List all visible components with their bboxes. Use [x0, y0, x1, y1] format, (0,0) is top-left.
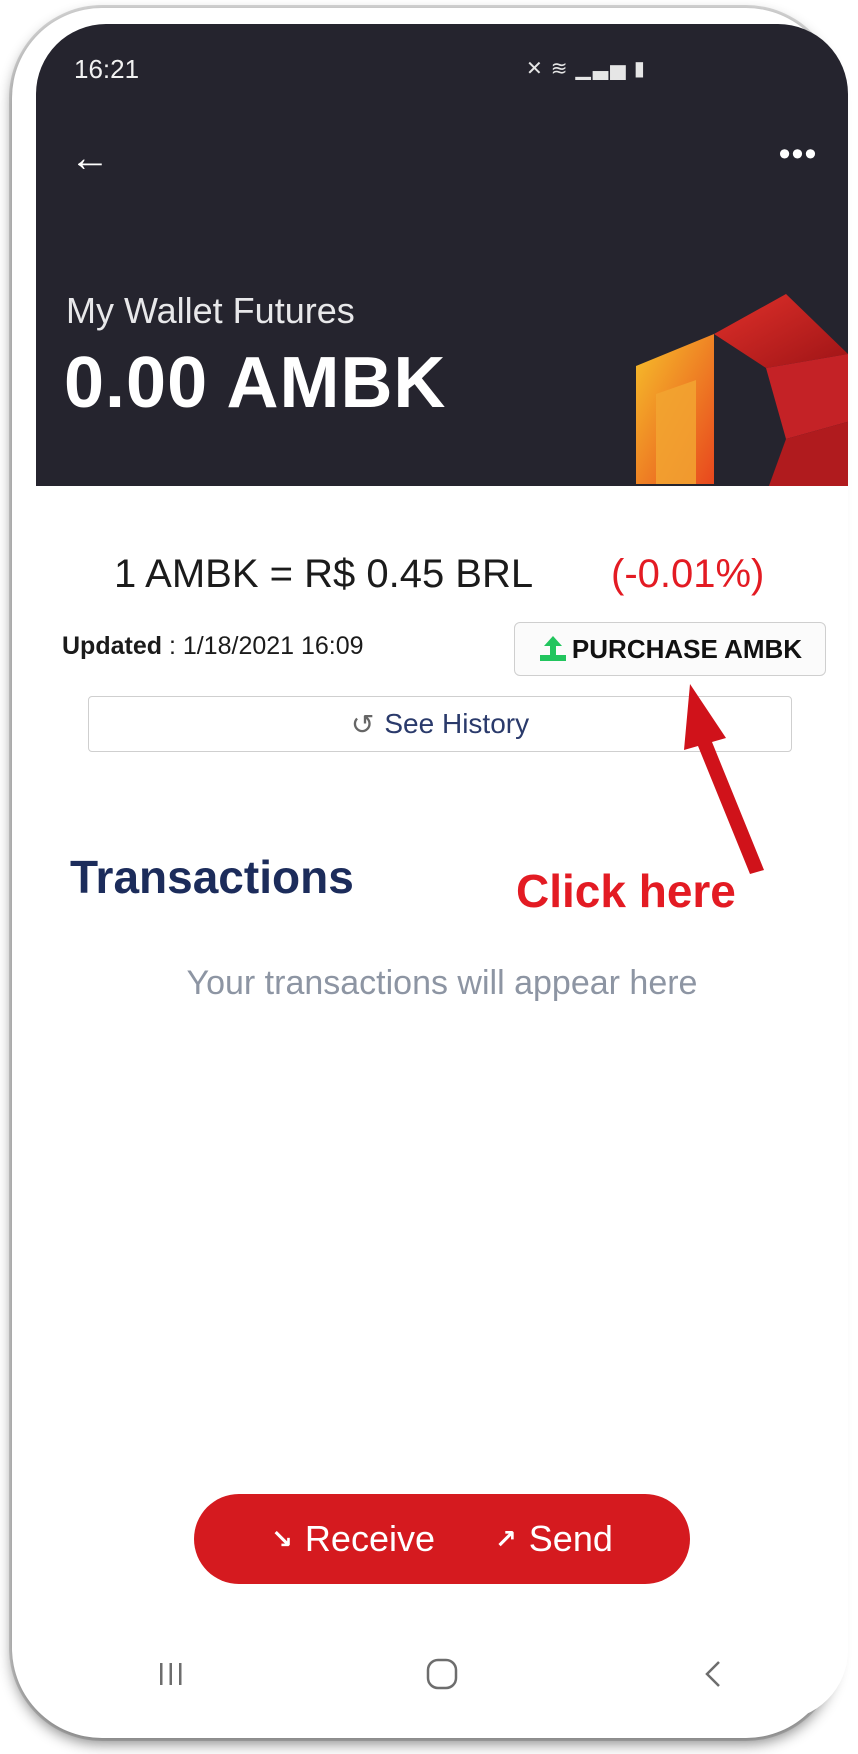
- see-history-label: See History: [384, 708, 530, 739]
- wallet-header: 16:21 ✕ ≋ ▁▃▅ ▮ ← ••• My Wallet Futures …: [36, 24, 848, 486]
- wallet-title: My Wallet Futures: [66, 290, 355, 331]
- more-options-icon[interactable]: •••: [774, 137, 822, 172]
- recent-apps-icon[interactable]: [141, 1654, 201, 1694]
- send-arrow-icon: ↗: [494, 1523, 517, 1554]
- back-arrow-icon[interactable]: ←: [66, 134, 114, 182]
- transactions-title: Transactions: [70, 851, 354, 903]
- purchase-ambk-button[interactable]: PURCHASE AMBK: [514, 622, 826, 676]
- click-here-annotation: Click here: [516, 865, 736, 917]
- purchase-ambk-label: PURCHASE AMBK: [571, 633, 803, 664]
- transactions-empty-text: Your transactions will appear here: [186, 964, 698, 1002]
- receive-arrow-icon: ↘: [271, 1523, 293, 1554]
- android-nav-bar: [36, 1644, 848, 1704]
- send-button[interactable]: ↗ Send: [495, 1518, 613, 1560]
- updated-info: Updated : 1/18/2021 16:09: [62, 632, 364, 661]
- phone-screen: 16:21 ✕ ≋ ▁▃▅ ▮ ← ••• My Wallet Futures …: [36, 24, 848, 1720]
- updated-value: : 1/18/2021 16:09: [162, 632, 364, 660]
- upload-icon: [539, 636, 566, 661]
- updated-label: Updated: [62, 632, 162, 660]
- battery-icon: ▮: [633, 58, 647, 80]
- receive-label: Receive: [304, 1518, 435, 1559]
- send-label: Send: [528, 1518, 613, 1559]
- rate-change: (-0.01%): [611, 552, 765, 596]
- signal-icon: ▁▃▅: [575, 58, 628, 80]
- status-icons: ✕ ≋ ▁▃▅ ▮: [526, 56, 647, 81]
- history-icon: ↺: [350, 708, 375, 740]
- annotation-arrow: [684, 684, 764, 874]
- ambk-logo: [636, 294, 848, 486]
- receive-button[interactable]: ↘ Receive: [271, 1518, 435, 1560]
- back-icon[interactable]: [683, 1654, 743, 1694]
- status-time: 16:21: [74, 54, 140, 84]
- wifi-icon: ≋: [550, 58, 570, 80]
- receive-send-bar: ↘ Receive ↗ Send: [194, 1494, 690, 1584]
- mute-icon: ✕: [526, 58, 545, 80]
- home-icon[interactable]: [412, 1654, 472, 1694]
- wallet-balance: 0.00 AMBK: [64, 343, 447, 423]
- exchange-rate: 1 AMBK = R$ 0.45 BRL: [114, 552, 534, 596]
